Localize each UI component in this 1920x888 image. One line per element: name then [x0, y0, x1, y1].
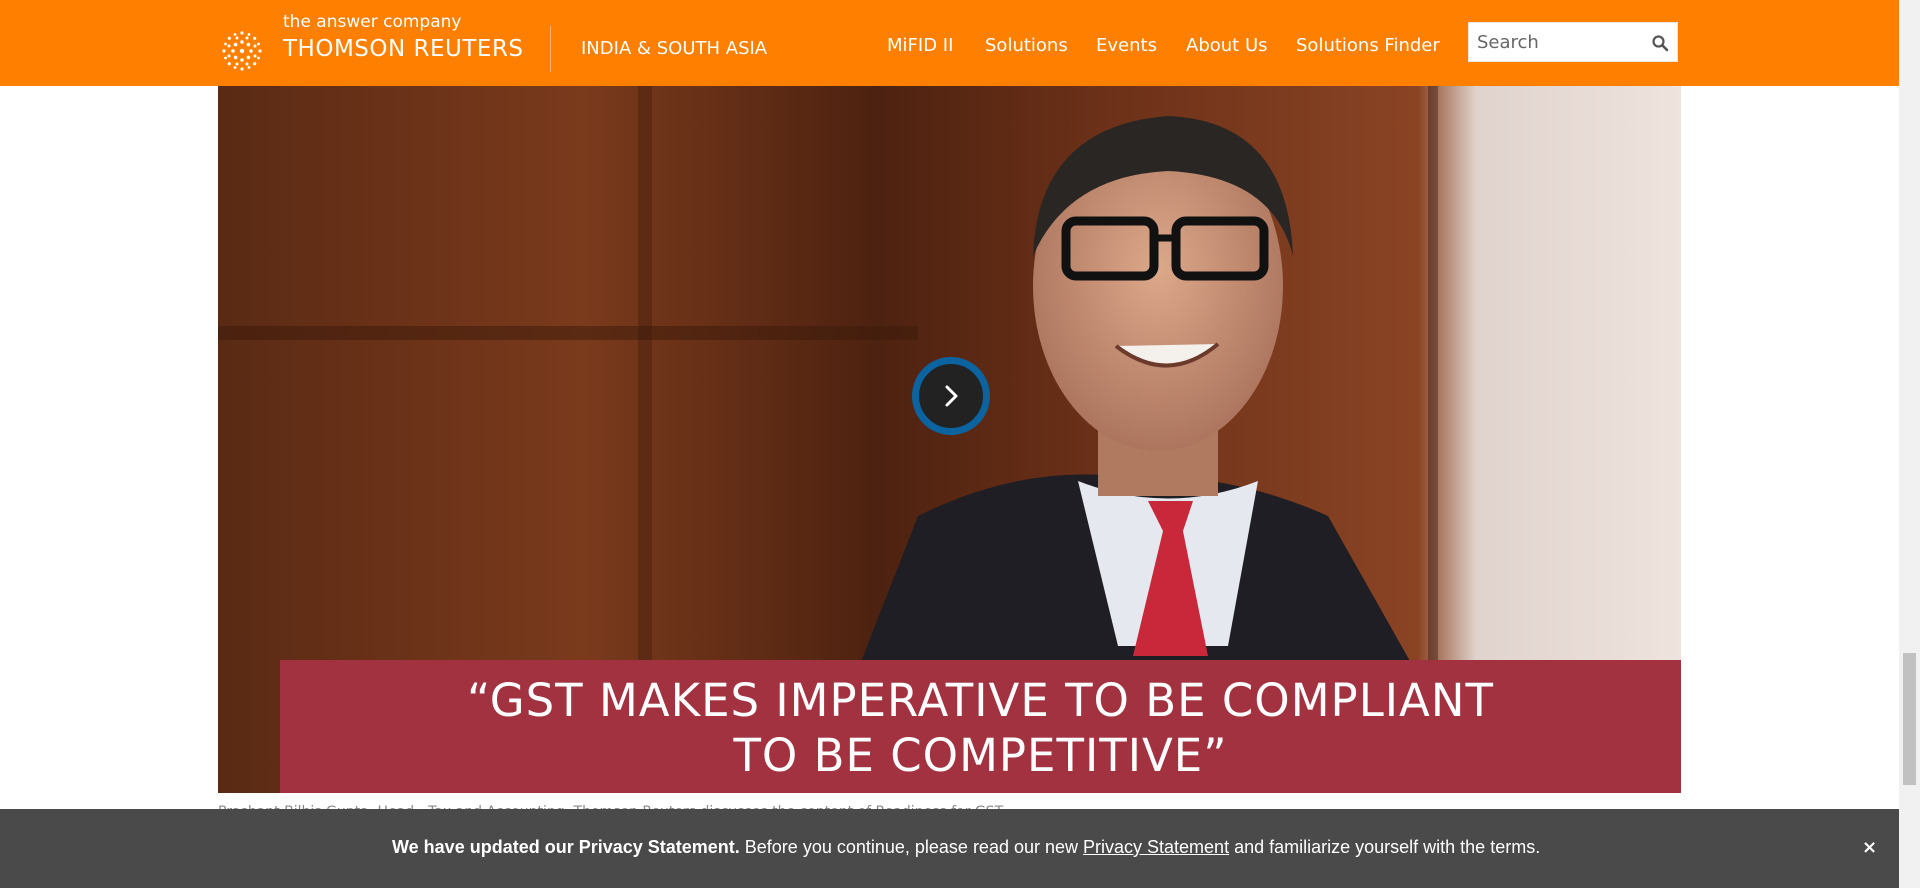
privacy-text-2: and familiarize yourself with the terms. — [1229, 837, 1541, 857]
header-divider — [550, 26, 551, 72]
thomson-reuters-logo[interactable]: the answer company THOMSON REUTERS — [217, 12, 547, 76]
quote-line-2: TO BE COMPETITIVE” — [733, 729, 1228, 782]
page-scrollbar[interactable] — [1899, 0, 1920, 888]
privacy-text-1: Before you continue, please read our new — [739, 837, 1084, 857]
quote-banner: “GST MAKES IMPERATIVE TO BE COMPLIANT TO… — [280, 660, 1681, 793]
privacy-banner: We have updated our Privacy Statement. B… — [0, 809, 1899, 888]
search-input[interactable] — [1477, 30, 1647, 54]
brand-name: THOMSON REUTERS — [283, 36, 524, 62]
close-icon[interactable]: × — [1862, 837, 1877, 858]
search-box — [1468, 22, 1678, 62]
play-button[interactable] — [912, 357, 990, 435]
nav-item-solutions-finder[interactable]: Solutions Finder — [1296, 35, 1440, 56]
search-icon[interactable] — [1651, 34, 1669, 52]
play-icon — [945, 385, 958, 407]
brand-tagline: the answer company — [283, 12, 462, 32]
logo-dots-icon — [222, 31, 262, 71]
nav-item-about-us[interactable]: About Us — [1186, 35, 1268, 56]
video-thumbnail[interactable]: “GST MAKES IMPERATIVE TO BE COMPLIANT TO… — [218, 86, 1681, 793]
scrollbar-thumb[interactable] — [1903, 653, 1916, 785]
quote-line-1: “GST MAKES IMPERATIVE TO BE COMPLIANT — [467, 674, 1494, 727]
nav-item-solutions[interactable]: Solutions — [985, 35, 1068, 56]
site-header: the answer company THOMSON REUTERS INDIA… — [0, 0, 1899, 86]
privacy-bold-text: We have updated our Privacy Statement. — [392, 837, 740, 857]
privacy-statement-link[interactable]: Privacy Statement — [1083, 837, 1229, 857]
privacy-message: We have updated our Privacy Statement. B… — [392, 837, 1540, 858]
region-link[interactable]: INDIA & SOUTH ASIA — [581, 38, 767, 59]
nav-item-mifid[interactable]: MiFID II — [887, 35, 953, 56]
nav-item-events[interactable]: Events — [1096, 35, 1157, 56]
